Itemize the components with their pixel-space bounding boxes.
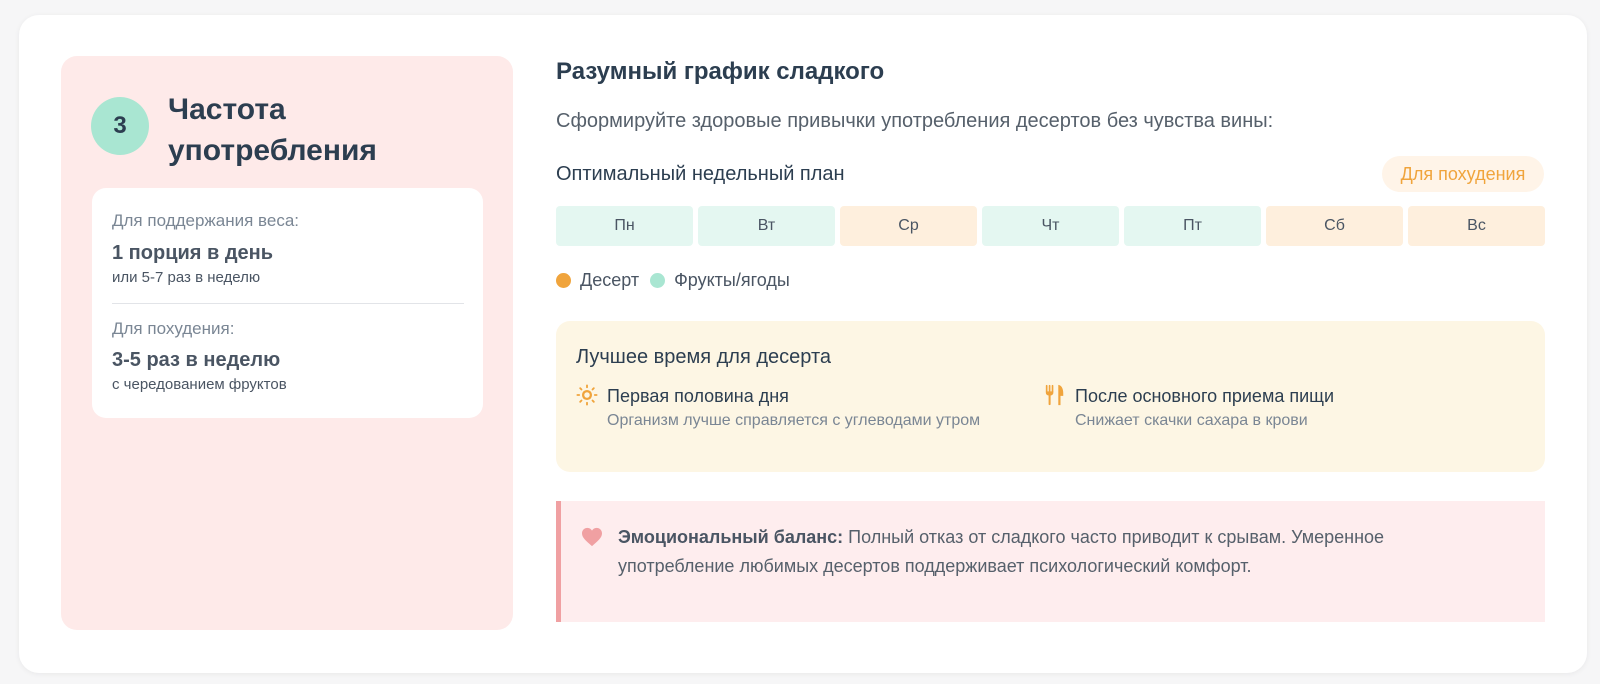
plan-legend: Десерт Фрукты/ягоды <box>556 269 801 291</box>
frequency-panel: 3 Частота употребления Для поддержания в… <box>61 56 513 630</box>
legend-item: Десерт <box>556 270 639 291</box>
legend-label: Десерт <box>580 269 640 290</box>
day-cell-3[interactable]: Ср <box>840 206 977 246</box>
tip-text: Снижает скачки сахара в крови <box>1075 412 1308 429</box>
legend-item: Фрукты/ягоды <box>650 270 790 291</box>
weekly-plan-title: Оптимальный недельный план <box>556 163 845 185</box>
lose-sub: с чередованием фруктов <box>112 376 287 393</box>
panel-title: Частота употребления <box>168 93 377 167</box>
day-cell-7[interactable]: Вс <box>1408 206 1545 246</box>
maintain-sub: или 5-7 раз в неделю <box>112 269 261 286</box>
day-cell-1[interactable]: Пн <box>556 206 693 246</box>
utensils-icon <box>1045 384 1064 406</box>
frequency-info-box: Для поддержания веса: 1 порция в день ил… <box>92 188 483 418</box>
day-cell-5[interactable]: Пт <box>1124 206 1261 246</box>
sun-icon <box>576 384 598 406</box>
weekly-plan-days: Пн Вт Ср Чт Пт Сб Вс <box>556 206 1545 246</box>
section-title: Разумный график сладкого <box>556 58 885 85</box>
tip-head: После основного приема пищи <box>1075 386 1334 406</box>
maintain-value: 1 порция в день <box>112 242 274 264</box>
heart-icon <box>582 527 602 547</box>
maintain-label: Для поддержания веса: <box>112 211 300 230</box>
best-time-box: Лучшее время для десерта Первая половина… <box>556 321 1545 472</box>
tip-head: Первая половина дня <box>607 386 789 406</box>
step-number-badge: 3 <box>91 97 149 155</box>
plan-mode-tag[interactable]: Для похудения <box>1382 156 1544 192</box>
best-time-title: Лучшее время для десерта <box>576 346 832 368</box>
legend-dot-icon <box>556 272 571 288</box>
tip-text: Организм лучше справляется с углеводами … <box>607 412 981 429</box>
emotional-balance-note: Эмоциональный баланс: Полный отказ от сл… <box>556 501 1545 622</box>
section-description: Сформируйте здоровые привычки употреблен… <box>556 110 1274 132</box>
content-card: 3 Частота употребления Для поддержания в… <box>19 15 1587 673</box>
day-cell-6[interactable]: Сб <box>1266 206 1403 246</box>
lose-value: 3-5 раз в неделю <box>112 349 281 371</box>
legend-dot-icon <box>650 272 666 288</box>
legend-label: Фрукты/ягоды <box>674 269 790 290</box>
emotional-balance-text: Эмоциональный баланс: Полный отказ от сл… <box>618 523 1478 581</box>
lose-label: Для похудения: <box>112 319 235 338</box>
divider <box>112 303 464 304</box>
day-cell-4[interactable]: Чт <box>982 206 1119 246</box>
day-cell-2[interactable]: Вт <box>698 206 835 246</box>
emotional-balance-heading: Эмоциональный баланс: <box>618 527 844 547</box>
